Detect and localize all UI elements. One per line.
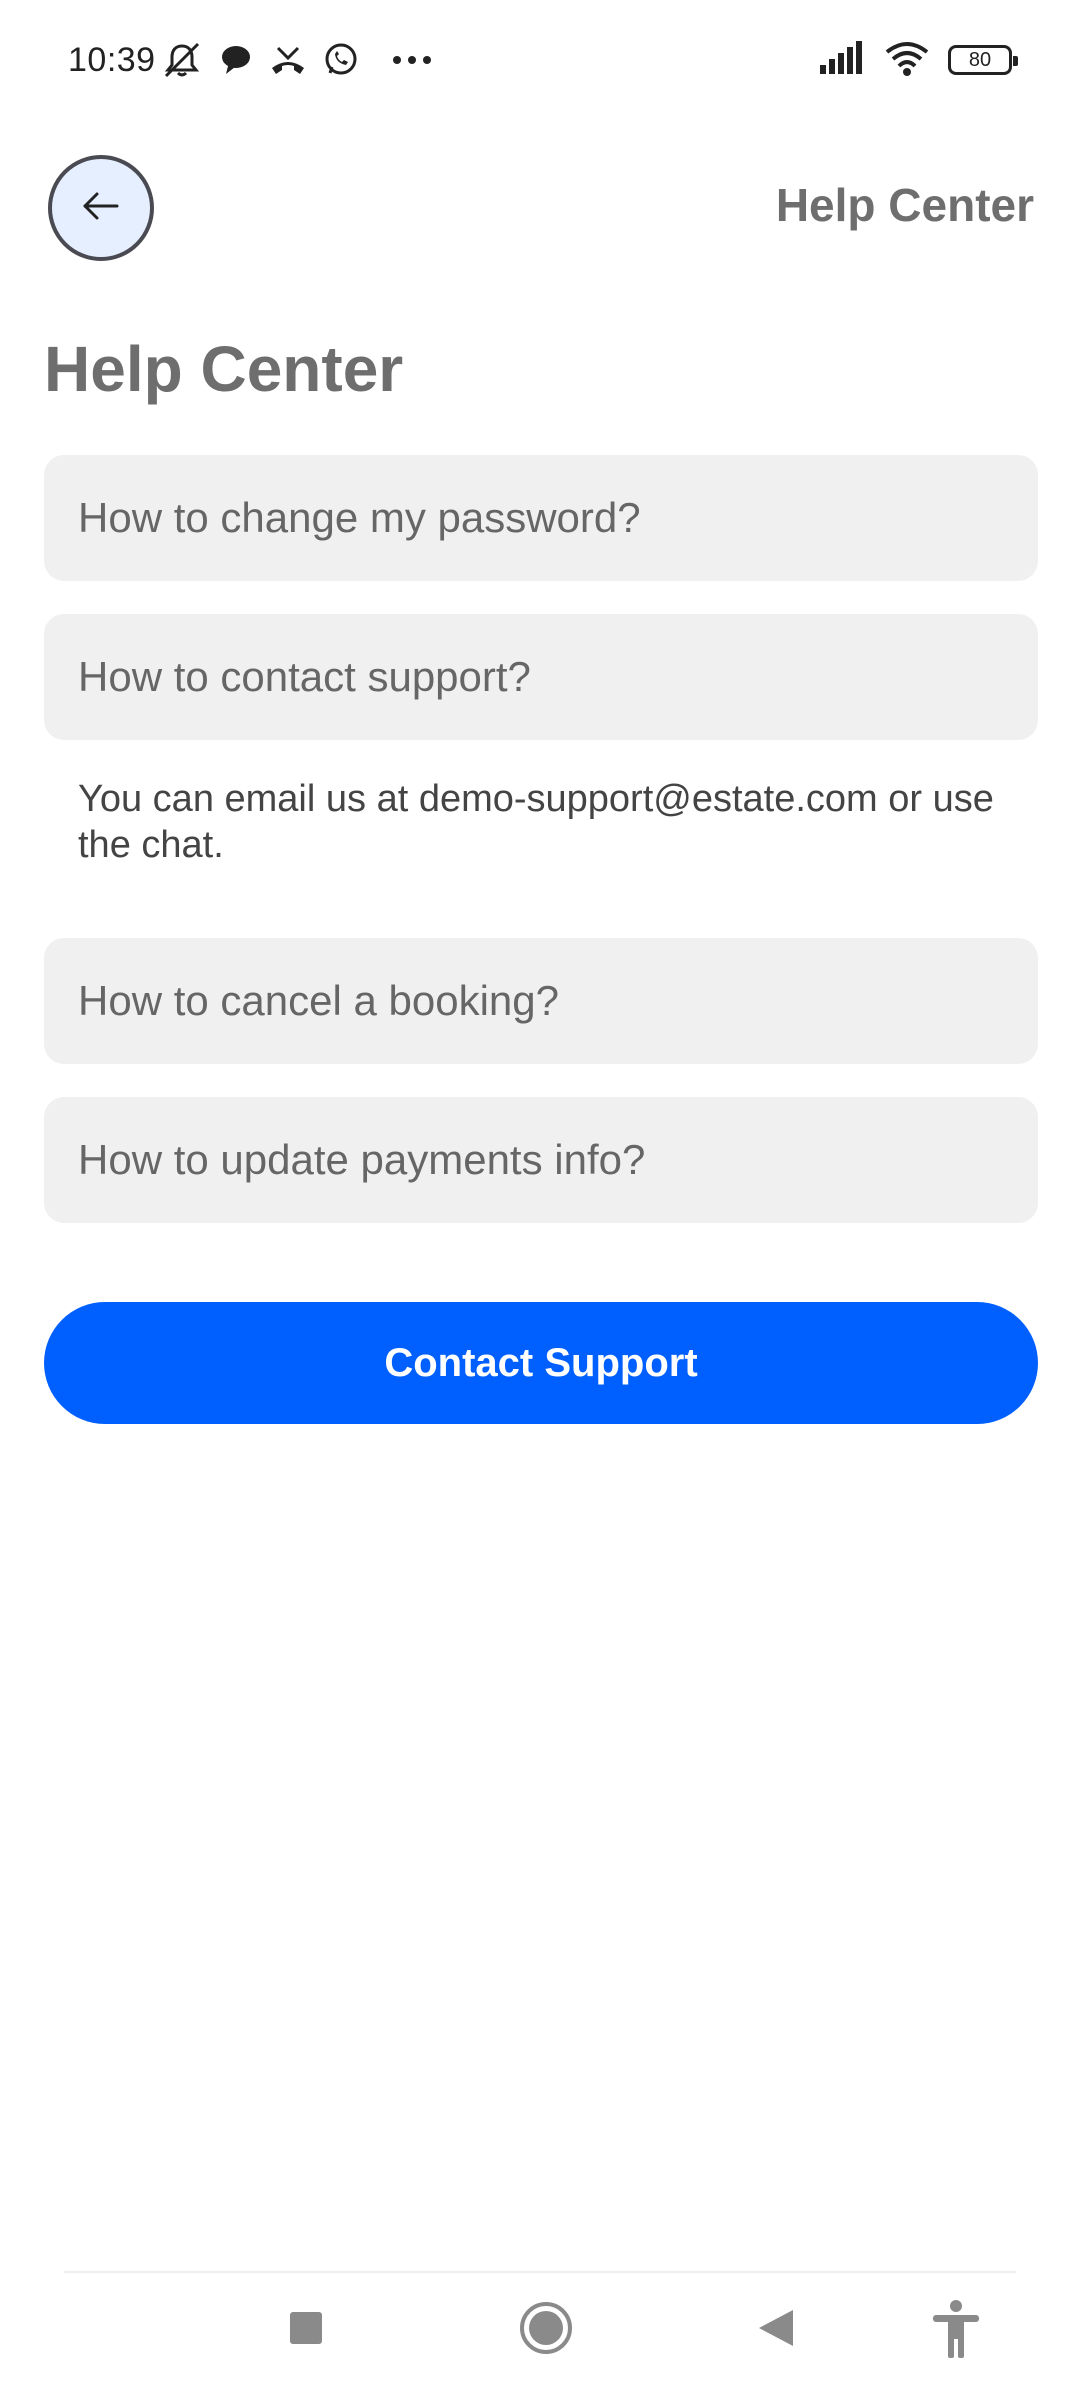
battery-icon: 80 bbox=[948, 45, 1018, 75]
page-title: Help Center bbox=[44, 333, 404, 405]
status-notification-icons bbox=[160, 40, 432, 80]
nav-divider bbox=[64, 2271, 1016, 2273]
faq-answer-contact-support: You can email us at demo-support@estate.… bbox=[78, 778, 994, 866]
wifi-icon bbox=[884, 40, 930, 81]
faq-item-contact-support[interactable]: How to contact support? bbox=[44, 614, 1038, 740]
recents-icon bbox=[289, 2311, 323, 2350]
status-bar: 10:39 80 bbox=[0, 0, 1080, 120]
accessibility-button[interactable] bbox=[920, 2286, 992, 2376]
header-title: Help Center bbox=[775, 179, 1034, 231]
faq-question: How to cancel a booking? bbox=[78, 977, 559, 1024]
recents-button[interactable] bbox=[270, 2294, 342, 2366]
more-icon bbox=[392, 55, 432, 65]
faq-item-cancel-booking[interactable]: How to cancel a booking? bbox=[44, 938, 1038, 1064]
signal-icon bbox=[818, 40, 866, 80]
arrow-left-icon bbox=[81, 190, 121, 227]
home-button[interactable] bbox=[504, 2288, 588, 2372]
system-nav-bar bbox=[0, 2274, 1080, 2400]
battery-level: 80 bbox=[968, 48, 992, 71]
status-time: 10:39 bbox=[68, 40, 156, 79]
back-icon bbox=[757, 2308, 795, 2353]
mute-icon bbox=[160, 40, 204, 80]
contact-support-button[interactable]: Contact Support bbox=[44, 1302, 1038, 1424]
status-system-icons: 80 bbox=[818, 40, 1018, 81]
chat-icon bbox=[218, 42, 254, 78]
home-icon bbox=[519, 2301, 573, 2360]
back-nav-button[interactable] bbox=[740, 2294, 812, 2366]
faq-question: How to update payments info? bbox=[78, 1136, 646, 1183]
whatsapp-icon bbox=[322, 41, 360, 79]
back-button[interactable] bbox=[48, 155, 154, 261]
faq-item-update-payments[interactable]: How to update payments info? bbox=[44, 1097, 1038, 1223]
faq-question: How to change my password? bbox=[78, 494, 641, 541]
help-center-screen: 10:39 80 Help Center Help Center How to … bbox=[0, 0, 1080, 2400]
faq-question: How to contact support? bbox=[78, 653, 531, 700]
faq-item-change-password[interactable]: How to change my password? bbox=[44, 455, 1038, 581]
accessibility-icon bbox=[931, 2299, 981, 2364]
missed-call-icon bbox=[268, 42, 308, 78]
